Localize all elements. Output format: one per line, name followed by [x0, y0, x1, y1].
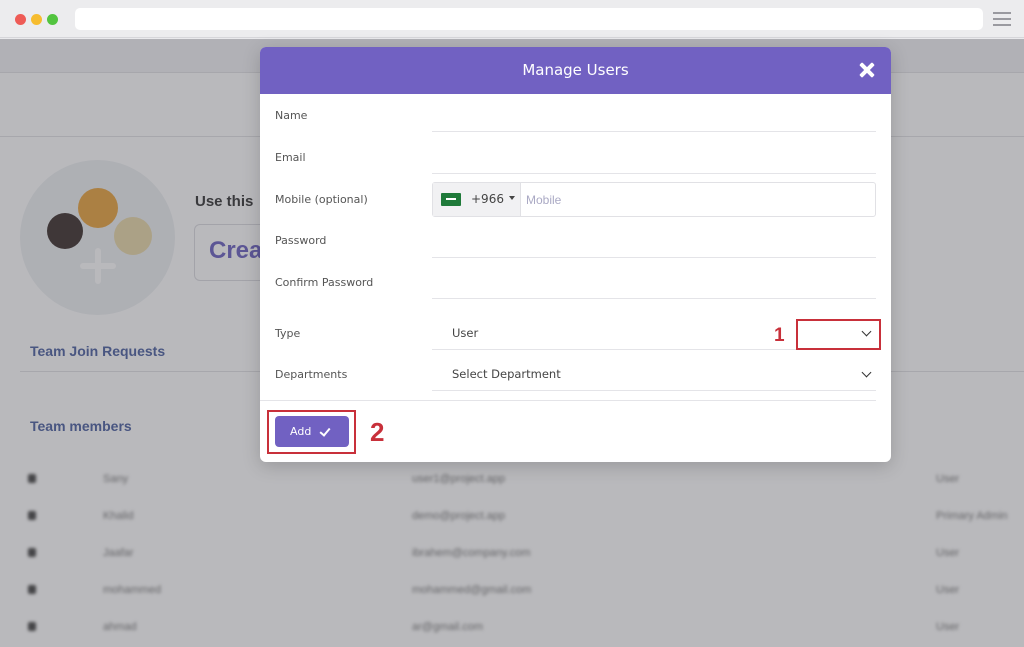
confirm-password-input[interactable] — [432, 273, 876, 299]
modal-title: Manage Users — [522, 61, 629, 79]
name-label: Name — [275, 109, 308, 122]
mobile-field: +966 — [432, 182, 876, 217]
dial-code: +966 — [471, 192, 504, 206]
window-maximize-dot[interactable] — [47, 14, 58, 25]
departments-label: Departments — [275, 368, 348, 381]
manage-users-modal: Manage Users Name Email Mobile (optional… — [260, 47, 891, 462]
close-icon[interactable] — [857, 60, 877, 80]
mobile-label: Mobile (optional) — [275, 193, 368, 206]
password-label: Password — [275, 234, 327, 247]
type-label: Type — [275, 327, 301, 340]
saudi-flag-icon — [441, 193, 461, 206]
mobile-input[interactable] — [523, 184, 873, 215]
annotation-box-1 — [796, 319, 881, 350]
menu-icon[interactable] — [993, 12, 1011, 26]
window-minimize-dot[interactable] — [31, 14, 42, 25]
caret-down-icon — [509, 196, 515, 200]
annotation-number-1: 1 — [774, 325, 785, 346]
country-code-select[interactable]: +966 — [433, 183, 521, 216]
browser-chrome — [0, 0, 1024, 38]
password-input[interactable] — [432, 232, 876, 258]
departments-value: Select Department — [452, 367, 561, 381]
modal-header: Manage Users — [260, 47, 891, 94]
annotation-box-2 — [267, 410, 356, 454]
email-label: Email — [275, 151, 306, 164]
email-input[interactable] — [432, 148, 876, 174]
confirm-password-label: Confirm Password — [275, 276, 374, 289]
name-input[interactable] — [432, 106, 876, 132]
chevron-down-icon — [861, 367, 872, 378]
departments-select[interactable]: Select Department — [432, 361, 876, 391]
annotation-number-2: 2 — [370, 417, 385, 447]
address-bar[interactable] — [75, 8, 983, 30]
type-value: User — [452, 326, 479, 340]
window-close-dot[interactable] — [15, 14, 26, 25]
